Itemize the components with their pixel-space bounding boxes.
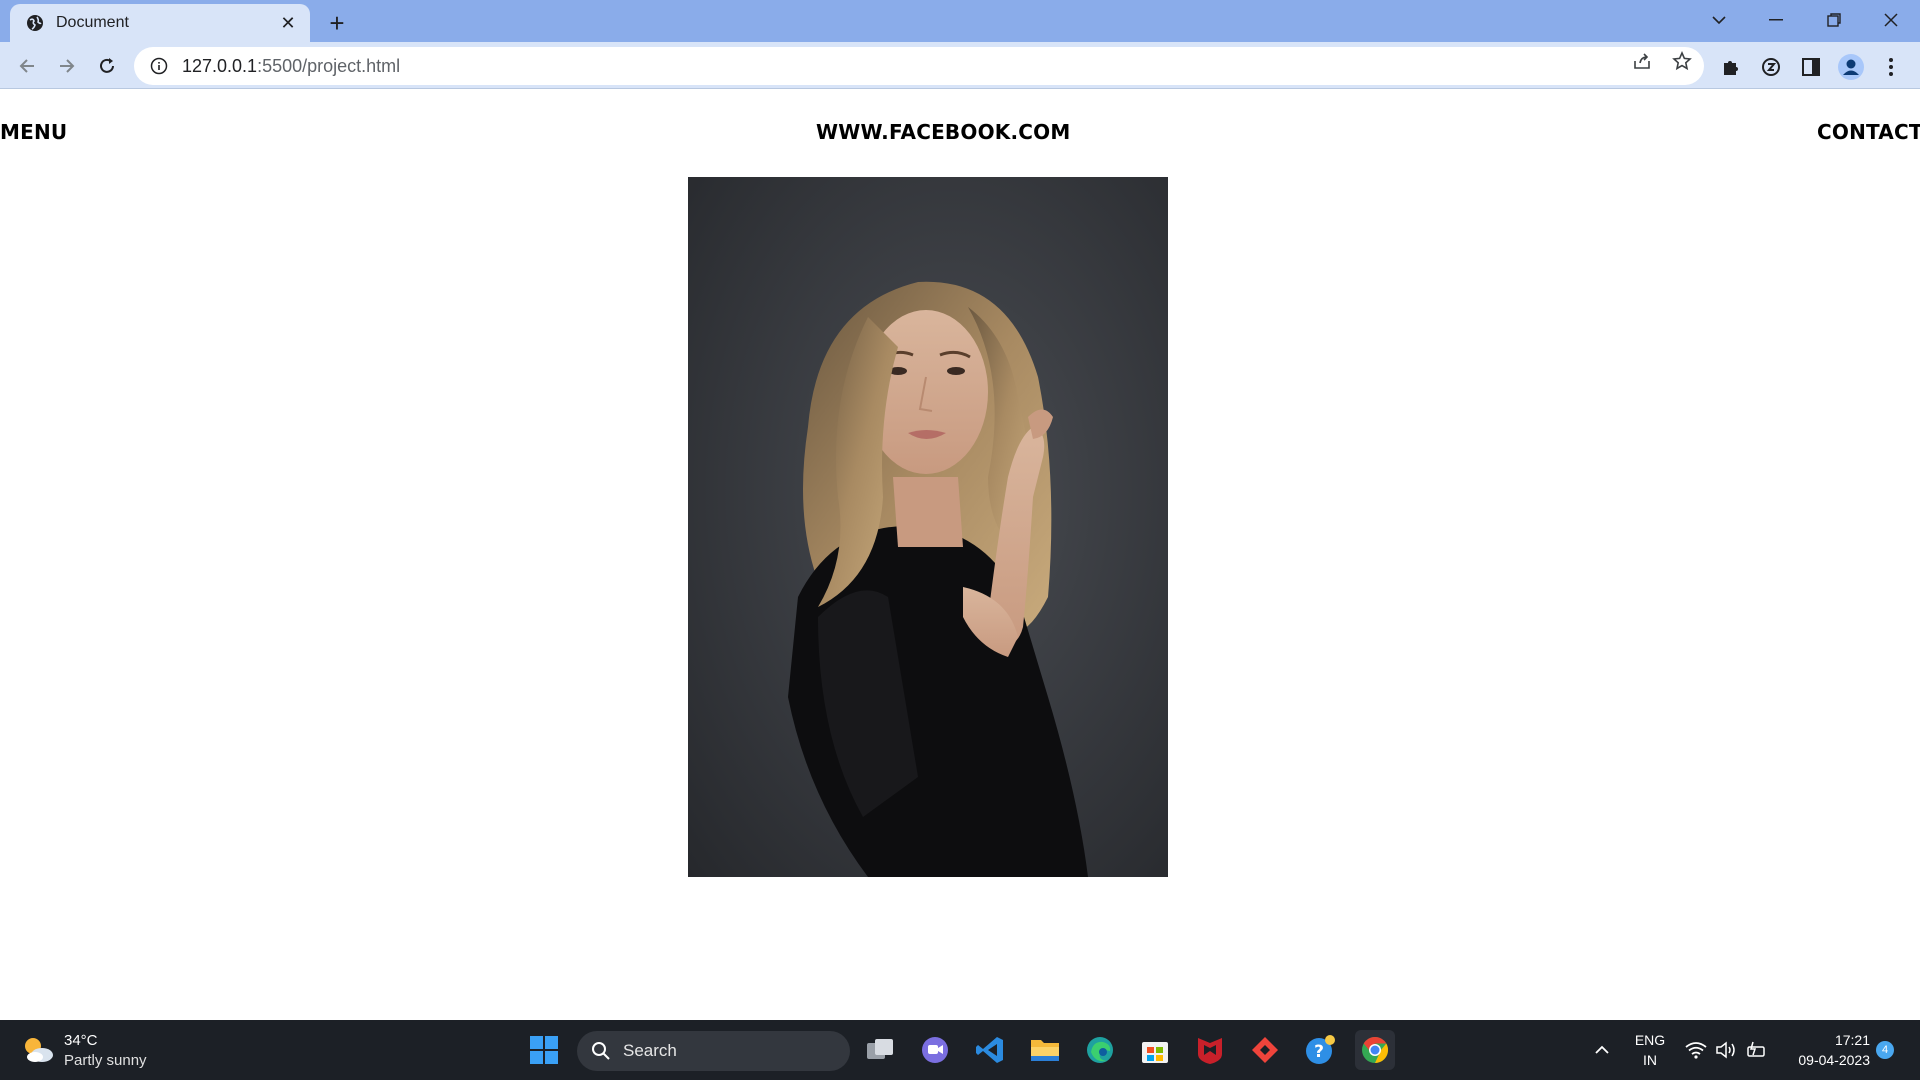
close-window-icon[interactable]	[1862, 0, 1920, 40]
arrow-right-icon[interactable]	[50, 49, 84, 83]
search-label: Search	[623, 1041, 677, 1060]
plus-icon[interactable]: +	[322, 8, 352, 38]
share-icon[interactable]	[1630, 49, 1654, 73]
kebab-menu-icon[interactable]	[1878, 54, 1904, 80]
store-icon[interactable]	[1135, 1030, 1175, 1070]
chevron-down-icon[interactable]	[1690, 0, 1748, 40]
browser-toolbar: 127.0.0.1:5500/project.html	[0, 42, 1920, 89]
vscode-icon[interactable]	[970, 1030, 1010, 1070]
edge-icon[interactable]	[1080, 1030, 1120, 1070]
notification-badge[interactable]: 4	[1876, 1041, 1894, 1059]
portrait-photo	[688, 177, 1168, 877]
arrow-left-icon[interactable]	[10, 49, 44, 83]
restore-icon[interactable]	[1805, 0, 1863, 40]
tab-document[interactable]: Document ✕	[10, 4, 310, 42]
reload-icon[interactable]	[90, 49, 124, 83]
battery-icon[interactable]	[1736, 1030, 1776, 1070]
weather-desc: Partly sunny	[64, 1052, 147, 1069]
star-icon[interactable]	[1670, 49, 1694, 73]
anydesk-icon[interactable]	[1245, 1030, 1285, 1070]
clock-date[interactable]: 09-04-2023	[1780, 1052, 1870, 1068]
task-view-icon[interactable]	[860, 1030, 900, 1070]
chrome-icon[interactable]	[1355, 1030, 1395, 1070]
extension-icon[interactable]	[1758, 54, 1784, 80]
svg-text:?: ?	[1314, 1042, 1324, 1062]
close-icon[interactable]: ✕	[274, 9, 302, 37]
url-text: 127.0.0.1:5500/project.html	[182, 55, 401, 76]
avatar-icon[interactable]	[1838, 54, 1864, 80]
search-icon	[591, 1041, 611, 1061]
file-explorer-icon[interactable]	[1025, 1030, 1065, 1070]
start-icon[interactable]	[524, 1030, 564, 1070]
puzzle-icon[interactable]	[1718, 54, 1744, 80]
weather-icon[interactable]	[18, 1030, 58, 1070]
language-bottom[interactable]: IN	[1630, 1052, 1670, 1068]
info-icon[interactable]	[148, 55, 170, 77]
contact-link[interactable]: CONTACT	[1817, 120, 1920, 144]
address-bar[interactable]: 127.0.0.1:5500/project.html	[134, 47, 1704, 85]
taskbar-search[interactable]: Search	[577, 1031, 850, 1071]
taskbar: 34°C Partly sunny Search ? ENG IN 17:21 …	[0, 1020, 1920, 1080]
clock-time[interactable]: 17:21	[1780, 1032, 1870, 1048]
side-panel-icon[interactable]	[1798, 54, 1824, 80]
chat-icon[interactable]	[915, 1030, 955, 1070]
weather-temp: 34°C	[64, 1032, 98, 1049]
site-title[interactable]: WWW.FACEBOOK.COM	[816, 120, 1070, 144]
language-top[interactable]: ENG	[1630, 1032, 1670, 1048]
mcafee-icon[interactable]	[1190, 1030, 1230, 1070]
chevron-up-icon[interactable]	[1582, 1030, 1622, 1070]
help-icon[interactable]: ?	[1300, 1030, 1340, 1070]
web-page: MENU WWW.FACEBOOK.COM CONTACT	[0, 90, 1920, 1020]
minimize-icon[interactable]	[1747, 0, 1805, 40]
tab-title: Document	[56, 14, 129, 31]
menu-link[interactable]: MENU	[0, 120, 67, 144]
tab-strip: Document ✕ +	[0, 0, 1920, 42]
globe-icon	[24, 12, 46, 34]
